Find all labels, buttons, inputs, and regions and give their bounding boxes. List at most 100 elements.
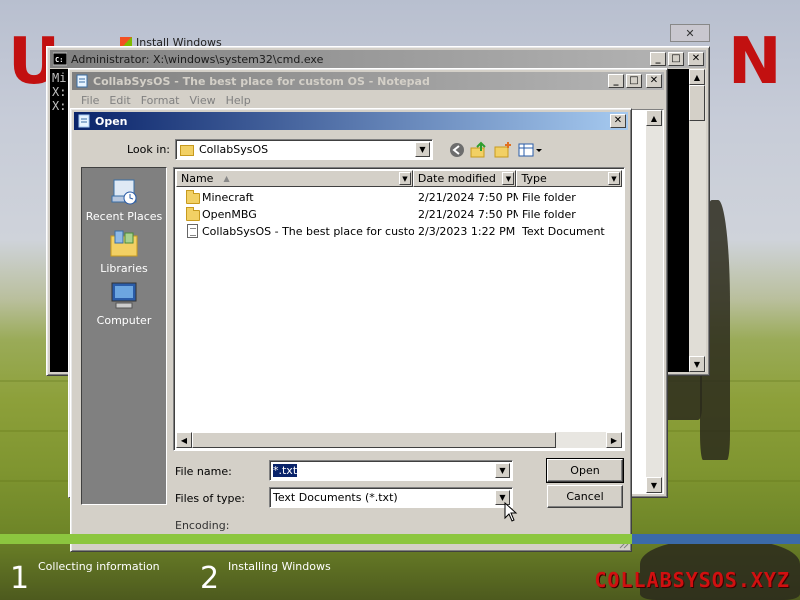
horizontal-scrollbar[interactable]: ◀ ▶ <box>176 432 622 448</box>
text-document-icon <box>187 224 198 238</box>
place-recent-places[interactable]: Recent Places <box>82 176 166 223</box>
menu-view[interactable]: View <box>185 94 221 107</box>
svg-text:C:: C: <box>55 56 63 64</box>
step-number: 2 <box>200 561 220 596</box>
file-date: 2/3/2023 1:22 PM <box>418 225 516 238</box>
place-label: Recent Places <box>85 210 163 223</box>
libraries-icon <box>108 228 140 260</box>
scroll-down-button[interactable]: ▼ <box>646 477 662 493</box>
look-in-value: CollabSysOS <box>199 143 269 156</box>
open-dialog[interactable]: Open ✕ Look in: CollabSysOS ▼ Recent Pla… <box>70 108 632 552</box>
minimize-button[interactable]: _ <box>650 52 666 66</box>
open-dialog-titlebar[interactable]: Open ✕ <box>74 112 628 130</box>
view-menu-icon[interactable] <box>517 140 545 160</box>
chevron-down-icon[interactable]: ▼ <box>398 172 411 185</box>
file-row[interactable]: CollabSysOS - The best place for custom … <box>176 223 622 240</box>
encoding-label: Encoding: <box>175 519 230 532</box>
open-dialog-controls: ✕ <box>610 114 626 128</box>
menu-file[interactable]: File <box>76 94 104 107</box>
back-icon[interactable] <box>447 140 467 160</box>
scroll-thumb[interactable] <box>689 85 705 121</box>
notepad-icon <box>78 114 90 128</box>
file-name-label: File name: <box>175 465 232 478</box>
column-header-type[interactable]: Type ▼ <box>516 170 622 187</box>
setup-progress-bar <box>0 534 800 544</box>
notepad-menubar: File Edit Format View Help <box>72 91 664 109</box>
chevron-down-icon[interactable]: ▼ <box>415 142 430 157</box>
cmd-icon: C: <box>53 52 67 66</box>
chevron-down-icon[interactable]: ▼ <box>502 172 515 185</box>
file-date: 2/21/2024 7:50 PM <box>418 208 518 221</box>
file-type: File folder <box>522 208 576 221</box>
notepad-icon <box>76 74 88 88</box>
place-libraries[interactable]: Libraries <box>82 228 166 275</box>
open-button[interactable]: Open <box>546 458 624 483</box>
chevron-down-icon[interactable]: ▼ <box>608 172 620 185</box>
menu-edit[interactable]: Edit <box>104 94 135 107</box>
cmd-window-controls: _ □ ✕ <box>650 52 704 66</box>
file-date: 2/21/2024 7:50 PM <box>418 191 518 204</box>
look-in-combo[interactable]: CollabSysOS ▼ <box>175 139 433 160</box>
file-row[interactable]: OpenMBG 2/21/2024 7:50 PM File folder <box>176 206 622 223</box>
close-button[interactable]: ✕ <box>688 52 704 66</box>
column-header-name[interactable]: Name ▲ ▼ <box>176 170 413 187</box>
place-label: Computer <box>96 314 152 327</box>
recent-places-icon <box>108 176 140 208</box>
file-name: Minecraft <box>202 191 254 204</box>
file-name-value: *.txt <box>273 464 298 477</box>
maximize-button[interactable]: □ <box>668 52 684 66</box>
brand-watermark: COLLABSYSOS.XYZ <box>594 568 790 592</box>
minimize-button[interactable]: _ <box>608 74 624 88</box>
place-label: Libraries <box>100 262 148 275</box>
new-folder-icon[interactable] <box>493 140 513 160</box>
step-label: Installing Windows <box>228 560 331 573</box>
maximize-button[interactable]: □ <box>626 74 642 88</box>
file-name: OpenMBG <box>202 208 257 221</box>
cmd-vertical-scrollbar[interactable]: ▲ ▼ <box>689 69 706 372</box>
files-of-type-label: Files of type: <box>175 492 246 505</box>
files-of-type-select[interactable]: Text Documents (*.txt) ▼ <box>269 487 513 508</box>
notepad-vertical-scrollbar[interactable]: ▲ ▼ <box>646 110 663 493</box>
column-header-date-modified[interactable]: Date modified ▼ <box>412 170 517 187</box>
cancel-button[interactable]: Cancel <box>547 485 623 508</box>
close-button[interactable]: ✕ <box>610 114 626 128</box>
computer-icon <box>108 280 140 312</box>
scroll-right-button[interactable]: ▶ <box>606 432 622 448</box>
scroll-up-button[interactable]: ▲ <box>689 69 705 85</box>
list-header: Name ▲ ▼ Date modified ▼ Type ▼ <box>176 170 622 187</box>
files-of-type-value: Text Documents (*.txt) <box>273 491 398 504</box>
sort-ascending-icon: ▲ <box>223 174 230 183</box>
places-bar: Recent Places Libraries Computer <box>81 167 167 505</box>
scroll-down-button[interactable]: ▼ <box>689 356 705 372</box>
look-in-label: Look in: <box>127 143 170 156</box>
menu-help[interactable]: Help <box>221 94 256 107</box>
chevron-down-icon[interactable]: ▼ <box>495 463 510 478</box>
file-row[interactable]: Minecraft 2/21/2024 7:50 PM File folder <box>176 189 622 206</box>
file-type: Text Document <box>522 225 605 238</box>
folder-icon <box>180 145 194 156</box>
scroll-thumb[interactable] <box>192 432 556 448</box>
banner-letter-right: N <box>728 25 782 99</box>
cmd-title: Administrator: X:\windows\system32\cmd.e… <box>71 52 324 66</box>
scroll-left-button[interactable]: ◀ <box>176 432 192 448</box>
notepad-window-controls: _ □ ✕ <box>608 74 662 88</box>
step-label: Collecting information <box>38 560 160 573</box>
mouse-cursor-icon <box>504 502 518 522</box>
folder-icon <box>186 190 200 204</box>
open-dialog-title: Open <box>95 114 128 128</box>
up-folder-icon[interactable] <box>469 140 489 160</box>
file-name: CollabSysOS - The best place for custom … <box>202 225 414 238</box>
file-name-input[interactable]: *.txt ▼ <box>269 460 513 481</box>
place-computer[interactable]: Computer <box>82 280 166 327</box>
folder-icon <box>186 207 200 221</box>
file-list[interactable]: Name ▲ ▼ Date modified ▼ Type ▼ Minecraf… <box>173 167 625 451</box>
setup-close-button[interactable]: ✕ <box>670 24 710 42</box>
scroll-up-button[interactable]: ▲ <box>646 110 662 126</box>
close-button[interactable]: ✕ <box>646 74 662 88</box>
file-type: File folder <box>522 191 576 204</box>
step-number: 1 <box>10 561 30 596</box>
cmd-titlebar[interactable]: C: Administrator: X:\windows\system32\cm… <box>50 50 706 68</box>
menu-format[interactable]: Format <box>136 94 185 107</box>
setup-progress-fill <box>0 534 632 544</box>
notepad-titlebar[interactable]: CollabSysOS - The best place for custom … <box>72 72 664 90</box>
